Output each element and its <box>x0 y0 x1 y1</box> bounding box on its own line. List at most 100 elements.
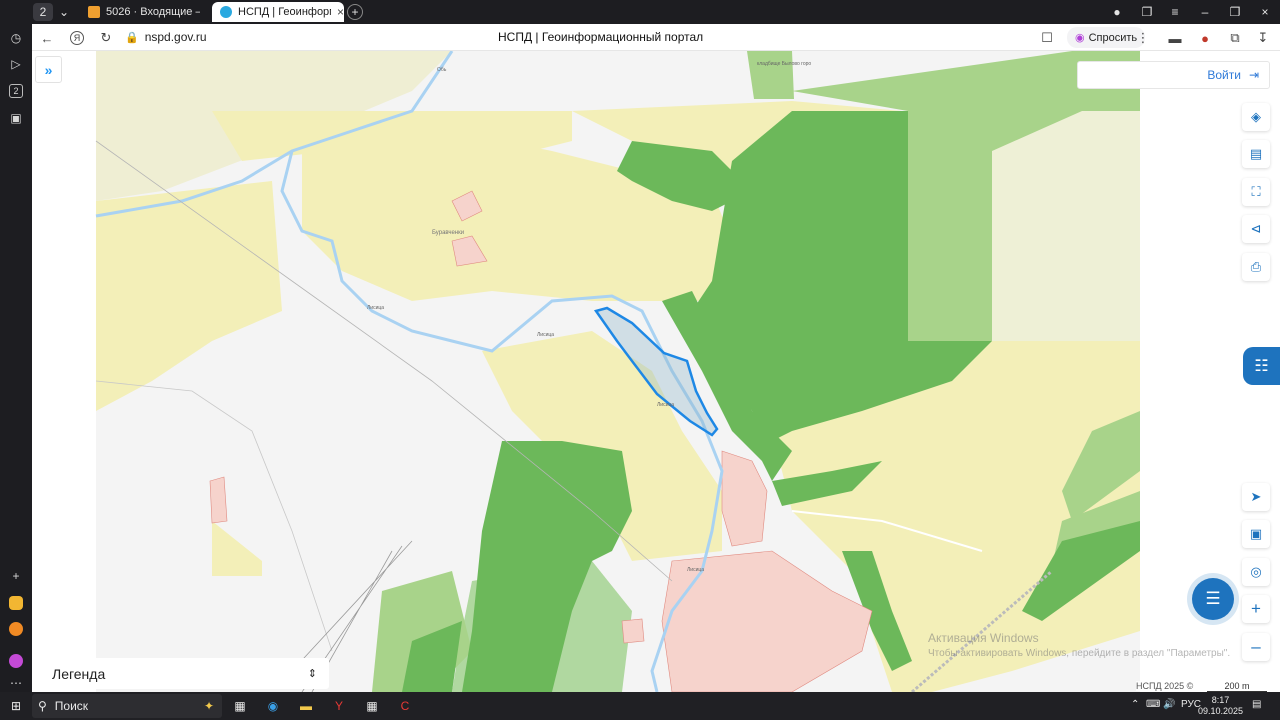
back-icon[interactable]: ← <box>38 29 56 47</box>
close-window-icon[interactable]: × <box>1256 3 1274 21</box>
extension-1-icon[interactable]: ▬ <box>1166 29 1184 47</box>
ruler-icon: ▤ <box>1249 146 1263 161</box>
address-bar: ← Я ↻ 🔒 nspd.gov.ru НСПД | Геоинформацио… <box>32 24 1280 51</box>
map-canvas[interactable]: Буравченки кладбище Былово горо Лисица Л… <box>32 51 1280 692</box>
ruler-button[interactable]: ▤ <box>1242 140 1270 168</box>
notifications-icon[interactable]: ▤ <box>1252 699 1261 710</box>
calculator-icon[interactable]: ▦ <box>362 696 382 716</box>
zoom-in-button[interactable]: + <box>1242 595 1270 623</box>
browser-tab-bar: ● 2 ⌄ 5026 · Входящие — Яндекс НСПД | Ге… <box>0 0 1280 24</box>
building <box>209 476 228 524</box>
tab-counter[interactable]: 2 <box>33 3 53 21</box>
more-icon[interactable]: ⋯ <box>6 673 26 693</box>
print-icon: ⎙ <box>1250 259 1262 274</box>
legend-label: Легенда <box>52 665 106 682</box>
add-panel-icon[interactable]: + <box>6 566 26 586</box>
app-c-icon[interactable]: C <box>395 696 415 716</box>
tab-nspd[interactable]: НСПД | Геоинформацион × <box>212 2 344 22</box>
yandex-browser-icon[interactable]: Y <box>329 696 349 716</box>
layers-icon: ◈ <box>1251 109 1261 124</box>
tray-chevron-icon[interactable]: ⌃ <box>1131 699 1139 710</box>
geo-pin-icon: ◎ <box>1250 564 1262 579</box>
taskbar-search[interactable]: ⚲ Поиск ✦ <box>32 694 222 718</box>
building <box>621 618 645 644</box>
minimap-button[interactable]: ▣ <box>1242 520 1270 548</box>
expand-panel-button[interactable]: » <box>35 56 62 83</box>
extension-2-icon[interactable]: ● <box>1196 29 1214 47</box>
yandex-icon[interactable]: Я <box>70 31 84 45</box>
app-orange-icon[interactable] <box>9 622 23 636</box>
login-button[interactable]: Войти ⇥ <box>1077 61 1270 89</box>
zoom-out-icon: – <box>1251 637 1261 656</box>
alice-icon[interactable] <box>9 654 23 668</box>
download-icon[interactable]: ↧ <box>1254 29 1272 47</box>
geo-pin-button[interactable]: ◎ <box>1242 558 1270 586</box>
network-icon[interactable]: ⌨ <box>1146 699 1160 710</box>
print-button[interactable]: ⎙ <box>1242 253 1270 281</box>
clock-date: 09.10.2025 <box>1198 706 1244 716</box>
locate-button[interactable]: ➤ <box>1242 483 1270 511</box>
reload-icon[interactable]: ↻ <box>97 29 115 47</box>
app-yellow-icon[interactable] <box>9 596 23 610</box>
restore-icon[interactable]: ❐ <box>1226 3 1244 21</box>
village-label: Буравченки <box>432 230 464 236</box>
chat-icon: ☰ <box>1205 589 1221 608</box>
task-view-icon[interactable]: ▦ <box>230 696 250 716</box>
close-icon[interactable]: × <box>337 5 344 19</box>
search-label: Поиск <box>54 699 89 713</box>
collections-icon[interactable]: ⧉ <box>1226 29 1244 47</box>
area-select-button[interactable]: ⛶ <box>1242 178 1270 206</box>
edge-icon[interactable]: ◉ <box>263 696 283 716</box>
history-icon[interactable]: ◷ <box>6 28 26 48</box>
tabs-icon[interactable]: ❐ <box>1138 3 1156 21</box>
ask-label: Спросить <box>1088 31 1138 44</box>
zoom-out-button[interactable]: – <box>1242 633 1270 661</box>
ask-icon: ◉ <box>1075 32 1085 44</box>
windows-watermark-title: Активация Windows <box>928 631 1039 645</box>
legend-toggle[interactable]: Легенда ⇕ <box>40 658 329 689</box>
river-label: Лисица <box>687 567 704 573</box>
volume-icon[interactable]: 🔊 <box>1163 699 1175 710</box>
url-field[interactable]: 🔒 nspd.gov.ru <box>125 30 207 44</box>
coverage-edge <box>32 51 96 692</box>
map-svg: Буравченки кладбище Былово горо Лисица Л… <box>32 51 1280 692</box>
camera-icon[interactable]: ▣ <box>6 108 26 128</box>
sparkle-icon: ✦ <box>203 699 214 713</box>
share-button[interactable]: ⊲ <box>1242 215 1270 243</box>
layers-button[interactable]: ◈ <box>1242 103 1270 131</box>
tab-label: 5026 · Входящие — Яндекс <box>106 6 200 18</box>
mail-icon <box>88 6 100 18</box>
chevron-down-icon[interactable]: ⌄ <box>55 3 73 21</box>
bookmark-icon[interactable]: ☐ <box>1038 29 1056 47</box>
zoom-in-icon: + <box>1251 599 1261 618</box>
more-vertical-icon[interactable]: ⋮ <box>1134 29 1152 47</box>
clock[interactable]: 8:17 09.10.2025 <box>1198 695 1243 717</box>
info-panel-tab[interactable]: ☷ <box>1243 347 1280 385</box>
clock-time: 8:17 <box>1211 695 1230 705</box>
copyright: НСПД 2025 © <box>1136 681 1194 691</box>
nspd-favicon-icon <box>220 6 232 18</box>
chevron-updown-icon: ⇕ <box>307 668 317 680</box>
chat-button[interactable]: ☰ <box>1192 578 1234 620</box>
login-label: Войти <box>1207 68 1241 82</box>
tab-mail[interactable]: 5026 · Входящие — Яндекс <box>80 2 210 22</box>
river-label: Лисица <box>537 332 554 338</box>
scale-bar: 200 m <box>1207 681 1267 692</box>
minimize-icon[interactable]: – <box>1196 3 1214 21</box>
browser-sidebar: ◷ ▷ 2 ▣ + ⋯ <box>0 0 32 692</box>
file-explorer-icon[interactable]: ▬ <box>296 696 316 716</box>
play-icon[interactable]: ▷ <box>6 54 26 74</box>
info-panel-icon: ☷ <box>1254 358 1269 375</box>
login-icon: ⇥ <box>1248 68 1259 82</box>
menu-icon[interactable]: ≡ <box>1166 3 1184 21</box>
tab-label: НСПД | Геоинформацион <box>238 6 331 18</box>
cemetery-zone <box>747 51 794 99</box>
river-label: Обь <box>437 67 447 73</box>
river-label: Лисица <box>367 305 384 311</box>
two-icon[interactable]: 2 <box>9 84 23 98</box>
new-tab-icon[interactable]: + <box>347 4 363 20</box>
windows-start-icon[interactable]: ⊞ <box>6 696 26 716</box>
windows-taskbar: ⊞ ⚲ Поиск ✦ ▦ ◉ ▬ Y ▦ C ⌃ ⌨ 🔊 РУС 8:17 0… <box>0 692 1280 720</box>
page-title: НСПД | Геоинформационный портал <box>498 30 704 44</box>
account-icon[interactable]: ● <box>1108 3 1126 21</box>
